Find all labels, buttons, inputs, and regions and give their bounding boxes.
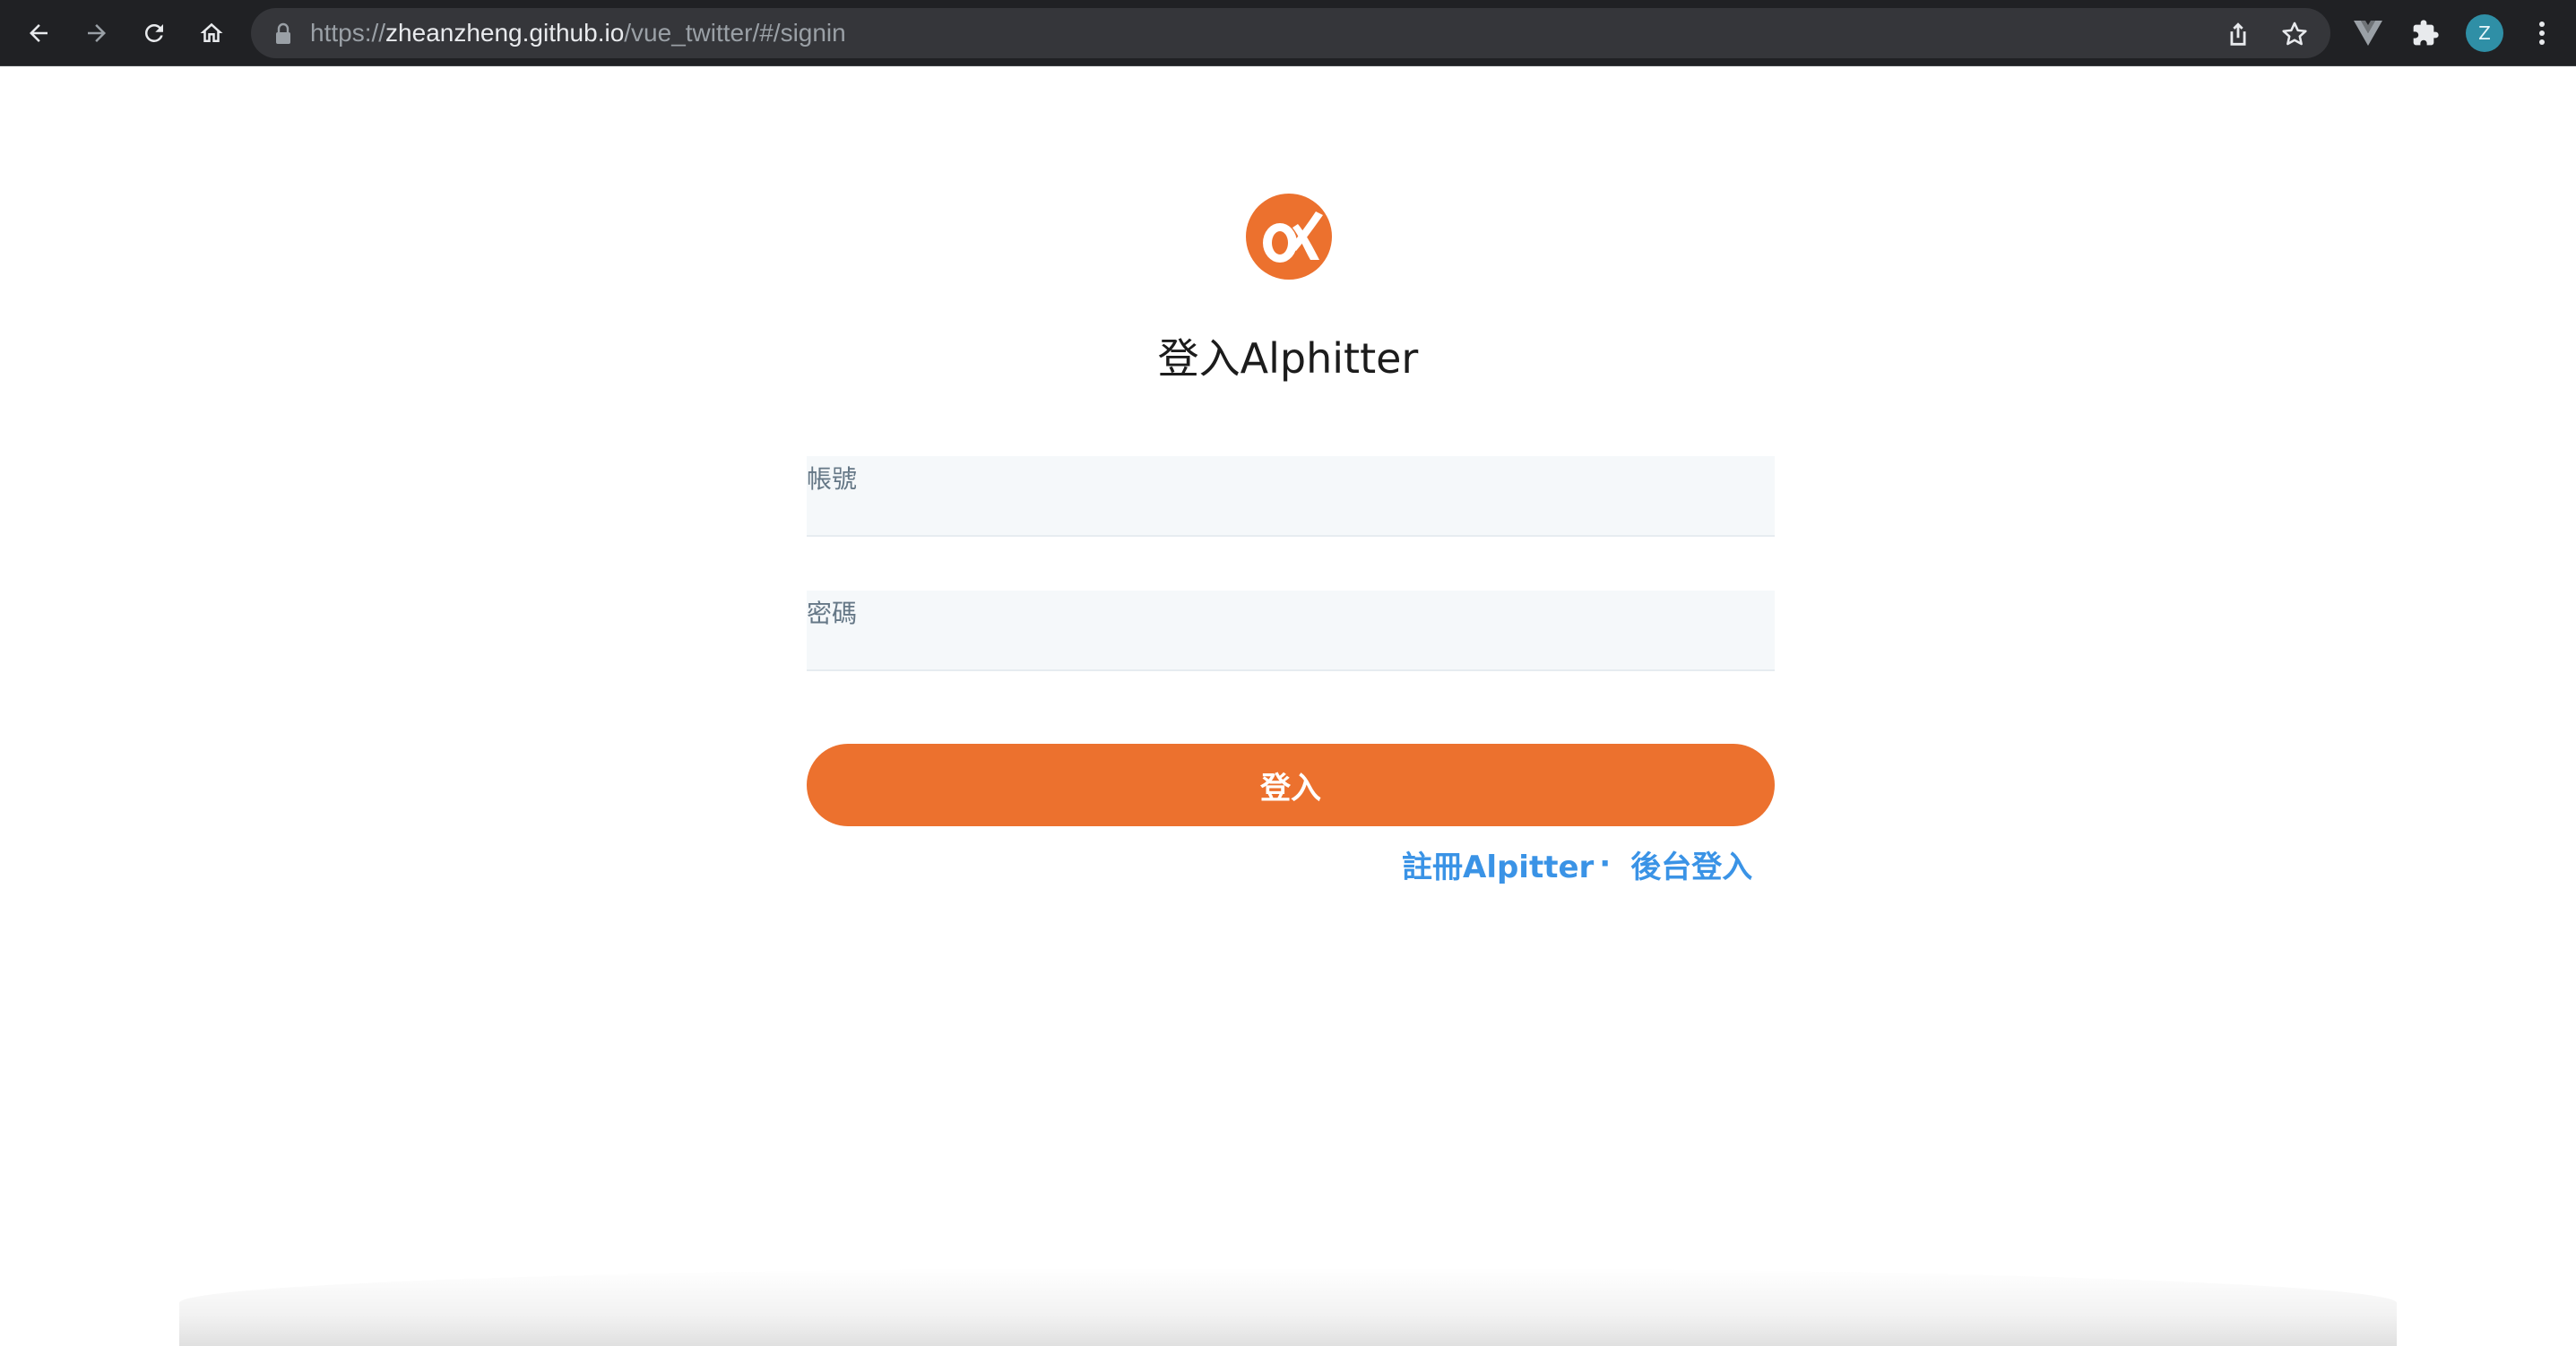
admin-signin-link[interactable]: 後台登入	[1630, 842, 1752, 886]
signin-page: 登入Alphitter 帳號 密碼 登入 註冊Alpitter · 後台登入	[0, 66, 2576, 1346]
home-button[interactable]	[192, 13, 231, 53]
url-scheme: https://	[310, 19, 386, 47]
forward-button[interactable]	[77, 13, 117, 53]
account-input[interactable]	[807, 496, 1775, 533]
signin-button[interactable]: 登入	[807, 744, 1775, 826]
star-icon[interactable]	[2279, 19, 2310, 49]
alpha-logo-icon	[1246, 194, 1332, 280]
share-icon[interactable]	[2223, 19, 2253, 49]
page-title: 登入Alphitter	[1157, 334, 1419, 383]
password-input[interactable]	[807, 630, 1775, 668]
browser-toolbar: https://zheanzheng.github.io/vue_twitter…	[0, 0, 2576, 66]
account-label: 帳號	[807, 464, 858, 494]
password-label: 密碼	[807, 599, 858, 628]
account-field[interactable]: 帳號	[807, 456, 1775, 537]
reload-icon	[144, 23, 163, 42]
kebab-menu-icon	[2539, 22, 2545, 45]
vue-icon	[2354, 21, 2382, 46]
lock-icon[interactable]	[272, 22, 294, 46]
url-text[interactable]: https://zheanzheng.github.io/vue_twitter…	[310, 8, 846, 58]
link-separator: ·	[1599, 846, 1612, 882]
browser-menu-button[interactable]	[2522, 13, 2562, 53]
puzzle-icon	[2413, 20, 2439, 46]
address-bar[interactable]: https://zheanzheng.github.io/vue_twitter…	[251, 8, 2330, 58]
arrow-left-icon	[30, 24, 48, 42]
register-link[interactable]: 註冊Alpitter	[1402, 842, 1594, 886]
arrow-right-icon	[88, 24, 106, 42]
url-host: zheanzheng.github.io	[385, 19, 625, 47]
home-icon	[200, 22, 223, 42]
bottom-shadow	[179, 1267, 2397, 1346]
url-path: /vue_twitter/#/signin	[624, 19, 846, 47]
extensions-button[interactable]	[2406, 13, 2445, 53]
reload-button[interactable]	[134, 13, 174, 53]
vue-devtools-button[interactable]	[2348, 13, 2388, 53]
profile-avatar[interactable]: Z	[2466, 14, 2503, 52]
password-field[interactable]: 密碼	[807, 591, 1775, 671]
back-button[interactable]	[19, 13, 58, 53]
signin-links: 註冊Alpitter · 後台登入	[1402, 842, 1752, 885]
